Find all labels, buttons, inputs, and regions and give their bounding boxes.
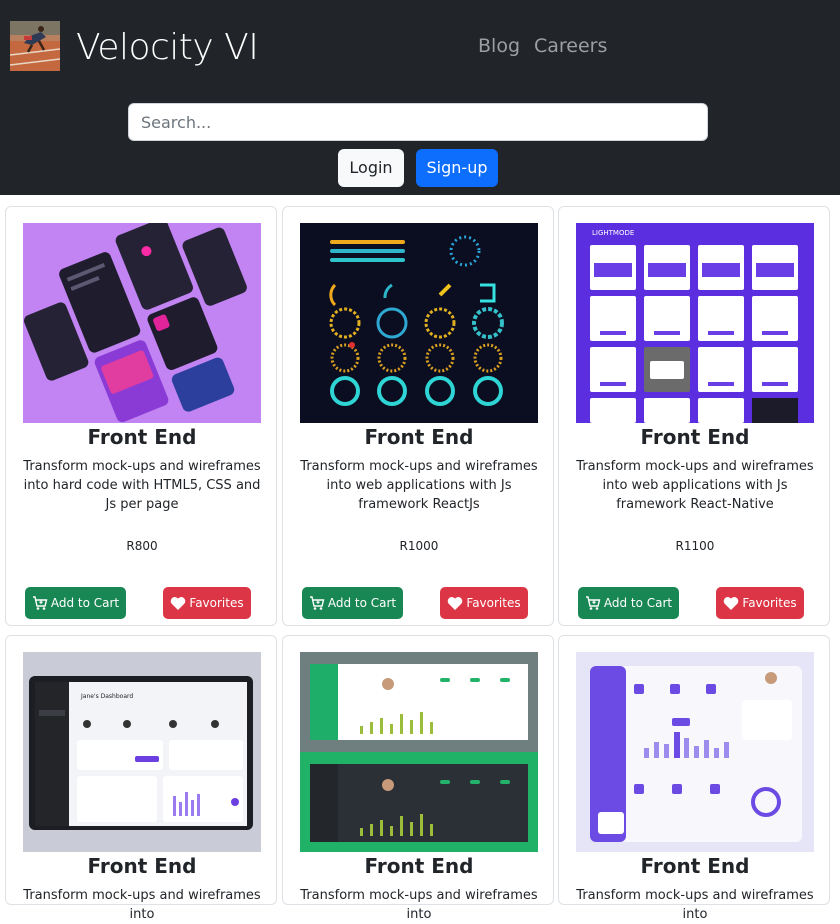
card-description: Transform mock-ups and wireframes into h…: [23, 459, 261, 512]
nav-link-careers[interactable]: Careers: [534, 34, 607, 58]
product-card: Front End Transform mock-ups and wirefra…: [558, 635, 830, 922]
favorites-button[interactable]: Favorites: [716, 587, 804, 619]
favorites-button[interactable]: Favorites: [163, 587, 251, 619]
add-to-cart-label: Add to Cart: [50, 596, 120, 610]
card-image-laptop-dashboard: Jane's Dashboard: [23, 652, 261, 852]
heart-icon: [724, 596, 739, 610]
card-title: Front End: [364, 425, 474, 449]
nav-link-blog[interactable]: Blog: [478, 34, 520, 58]
cart-icon: [309, 596, 325, 610]
add-to-cart-button[interactable]: Add to Cart: [578, 587, 679, 619]
card-image-mobile-ui-kit: [23, 223, 261, 423]
heart-icon: [171, 596, 186, 610]
navbar: Velocity VI Blog Careers Login Sign-up: [0, 0, 840, 195]
card-price: R1100: [675, 539, 715, 553]
favorites-label: Favorites: [466, 596, 521, 610]
lightmode-caption: LIGHTMODE: [592, 229, 634, 237]
product-card: Jane's Dashboard Front End Transform moc…: [5, 635, 277, 922]
brand-logo[interactable]: [10, 21, 60, 71]
heart-icon: [448, 596, 463, 610]
product-card: LIGHTMODE Front End Transform mock-ups a…: [558, 206, 830, 626]
card-image-lightmode-screens: LIGHTMODE: [576, 223, 814, 423]
card-title: Front End: [640, 854, 750, 878]
card-title: Front End: [87, 854, 197, 878]
signup-button[interactable]: Sign-up: [416, 149, 498, 187]
cart-icon: [585, 596, 601, 610]
card-title: Front End: [640, 425, 750, 449]
login-button[interactable]: Login: [338, 149, 404, 187]
add-to-cart-button[interactable]: Add to Cart: [302, 587, 403, 619]
card-title: Front End: [364, 854, 474, 878]
favorites-label: Favorites: [742, 596, 797, 610]
brand-name[interactable]: Velocity VI: [76, 27, 259, 69]
search-input[interactable]: [128, 103, 708, 141]
card-price: R1000: [399, 539, 439, 553]
product-card: Front End Transform mock-ups and wirefra…: [282, 635, 554, 922]
card-image-circular-loaders: [300, 223, 538, 423]
cart-icon: [32, 596, 48, 610]
product-card: Front End Transform mock-ups and wirefra…: [282, 206, 554, 626]
favorites-label: Favorites: [189, 596, 244, 610]
favorites-button[interactable]: Favorites: [440, 587, 528, 619]
dashboard-caption: Jane's Dashboard: [80, 693, 133, 700]
card-image-purple-analytics: [576, 652, 814, 852]
add-to-cart-label: Add to Cart: [327, 596, 397, 610]
card-image-green-dashboard: [300, 652, 538, 852]
product-card: Front End Transform mock-ups and wirefra…: [5, 206, 277, 626]
card-title: Front End: [87, 425, 197, 449]
add-to-cart-button[interactable]: Add to Cart: [25, 587, 126, 619]
card-description: Transform mock-ups and wireframes into w…: [576, 459, 814, 512]
add-to-cart-label: Add to Cart: [603, 596, 673, 610]
card-description: Transform mock-ups and wireframes into w…: [300, 459, 538, 512]
card-price: R800: [126, 539, 158, 553]
